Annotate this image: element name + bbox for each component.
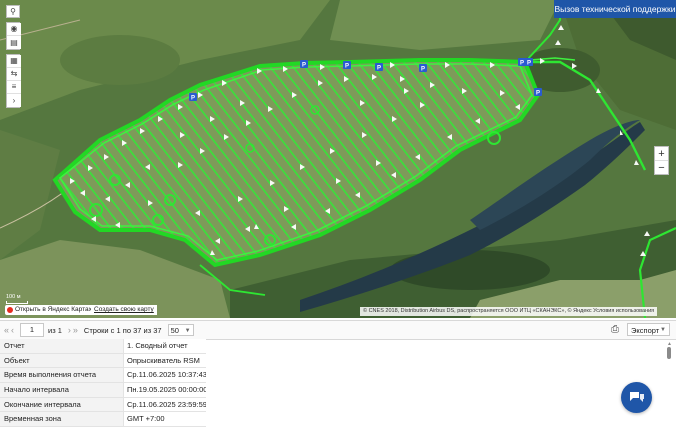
- row-label: Временная зона: [0, 412, 124, 427]
- svg-text:P: P: [527, 61, 531, 67]
- report-summary-table: Отчет 1. Сводный отчет Объект Опрыскиват…: [0, 339, 206, 427]
- parking-marker[interactable]: P: [375, 63, 383, 72]
- zoom-out-button[interactable]: −: [655, 161, 668, 174]
- prev-page-button[interactable]: ‹: [11, 325, 14, 335]
- create-map-link[interactable]: Создать свою карту: [91, 305, 157, 315]
- next-page-button[interactable]: ›: [68, 325, 71, 335]
- first-page-button[interactable]: «: [4, 325, 9, 335]
- tools-group: ▦ ⇆ ≡ ›: [6, 54, 21, 108]
- open-in-yandex-link[interactable]: Открыть в Яндекс Картах: [5, 305, 95, 315]
- svg-text:P: P: [345, 64, 349, 70]
- table-row: Отчет 1. Сводный отчет: [0, 339, 206, 354]
- parking-marker[interactable]: P: [189, 93, 197, 102]
- parking-marker[interactable]: P: [525, 58, 533, 67]
- parking-marker[interactable]: P: [534, 88, 542, 97]
- chevron-down-icon: ▼: [660, 327, 666, 333]
- search-icon[interactable]: ⚲: [6, 5, 20, 18]
- chat-icon: [629, 391, 644, 402]
- calendar-icon[interactable]: ▦: [7, 55, 21, 68]
- map-copyright: © CNES 2018, Distribution Airbus DS, рас…: [360, 307, 658, 316]
- export-select[interactable]: Экспорт ▼: [627, 323, 670, 336]
- map-book-icon[interactable]: ▤: [7, 36, 21, 49]
- svg-text:P: P: [377, 66, 381, 72]
- svg-text:P: P: [191, 96, 195, 102]
- chevron-down-icon: ▼: [184, 328, 191, 334]
- row-label: Время выполнения отчета: [0, 368, 124, 383]
- row-label: Объект: [0, 353, 124, 368]
- parking-marker[interactable]: P: [300, 60, 308, 69]
- support-button[interactable]: Вызов технической поддержки: [554, 0, 676, 18]
- zoom-control: + −: [654, 146, 669, 175]
- row-value: Ср.11.06.2025 10:37:43: [124, 368, 206, 383]
- svg-text:P: P: [302, 63, 306, 69]
- row-label: Начало интервала: [0, 383, 124, 397]
- svg-text:P: P: [536, 91, 540, 97]
- layers-group: ◉ ▤: [6, 22, 21, 50]
- map-view[interactable]: P P P P P P P P Вызов технической поддер…: [0, 0, 676, 318]
- row-value: 1. Сводный отчет: [124, 339, 206, 353]
- row-value: GMT +7:00: [124, 412, 206, 427]
- report-scrollbar[interactable]: ▲: [667, 341, 672, 420]
- expand-icon[interactable]: ›: [7, 94, 21, 107]
- table-row: Окончание интервала Ср.11.06.2025 23:59:…: [0, 397, 206, 413]
- parking-marker[interactable]: P: [419, 64, 427, 73]
- last-page-button[interactable]: »: [73, 325, 78, 335]
- svg-text:P: P: [421, 67, 425, 73]
- rows-range-label: Строки с 1 по 37 из 37: [83, 325, 162, 335]
- page-count-label: из 1: [48, 325, 62, 335]
- route-icon[interactable]: ⇆: [7, 68, 21, 81]
- page-size-select[interactable]: 50 ▼: [167, 324, 194, 336]
- parking-marker[interactable]: P: [343, 61, 351, 70]
- table-row: Объект Опрыскиватель RSM: [0, 353, 206, 369]
- satellite-map[interactable]: P P P P P P P P: [0, 0, 676, 318]
- report-pager: « ‹ 1 из 1 › » Строки с 1 по 37 из 37 50…: [0, 320, 676, 340]
- table-row: Время выполнения отчета Ср.11.06.2025 10…: [0, 368, 206, 384]
- row-value: Пн.19.05.2025 00:00:00: [124, 383, 206, 397]
- map-toolbar: ⚲ ◉ ▤ ▦ ⇆ ≡ ›: [6, 5, 21, 108]
- segments-icon[interactable]: ≡: [7, 81, 21, 94]
- row-label: Окончание интервала: [0, 397, 124, 412]
- scale-bar: 100 м: [6, 294, 28, 304]
- scale-label: 100 м: [6, 294, 21, 300]
- chat-button[interactable]: [621, 382, 652, 413]
- page-number-input[interactable]: 1: [20, 323, 45, 337]
- yandex-pin-icon: [7, 307, 13, 313]
- row-label: Отчет: [0, 339, 124, 353]
- row-value: Опрыскиватель RSM: [124, 353, 206, 368]
- print-icon[interactable]: ⎙: [611, 324, 619, 335]
- table-row: Начало интервала Пн.19.05.2025 00:00:00: [0, 383, 206, 398]
- scrollbar-thumb[interactable]: [667, 347, 671, 359]
- eye-icon[interactable]: ◉: [7, 23, 21, 36]
- zoom-in-button[interactable]: +: [655, 147, 668, 161]
- svg-text:P: P: [520, 61, 524, 67]
- row-value: Ср.11.06.2025 23:59:59: [124, 397, 206, 412]
- parking-marker[interactable]: P: [518, 58, 526, 67]
